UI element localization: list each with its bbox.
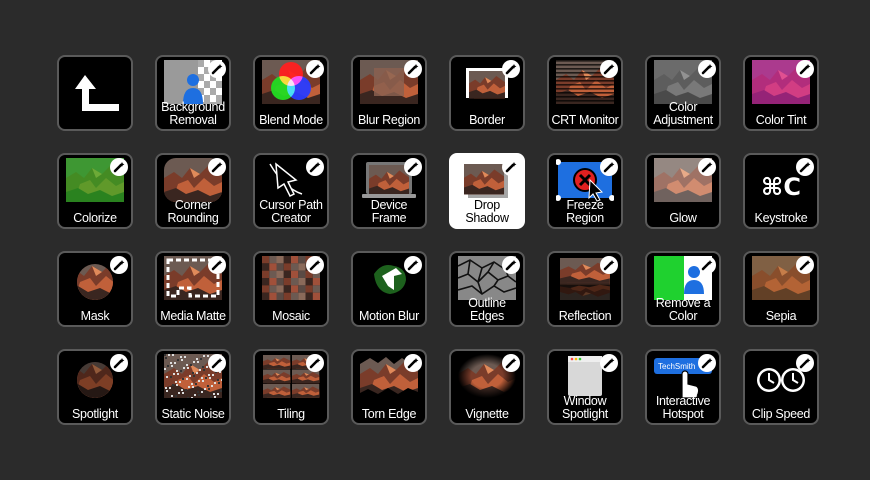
effect-tile-media-matte[interactable]: Media Matte xyxy=(155,251,231,327)
magic-wand-icon xyxy=(502,354,520,372)
effect-tile-vignette[interactable]: Vignette xyxy=(449,349,525,425)
magic-wand-icon xyxy=(698,60,716,78)
magic-wand-icon xyxy=(502,158,520,176)
effect-label: Blend Mode xyxy=(259,113,323,127)
effect-tile-blend-mode[interactable]: Blend Mode xyxy=(253,55,329,131)
effect-tile-glow[interactable]: Glow xyxy=(645,153,721,229)
magic-wand-icon xyxy=(110,158,128,176)
effect-tile-border[interactable]: Border xyxy=(449,55,525,131)
effect-tile-mosaic[interactable]: Mosaic xyxy=(253,251,329,327)
effect-label: Tiling xyxy=(277,407,305,421)
magic-wand-icon xyxy=(796,354,814,372)
effect-label: Color Adjustment xyxy=(653,100,713,127)
magic-wand-icon xyxy=(208,354,226,372)
magic-wand-icon xyxy=(404,354,422,372)
magic-wand-icon xyxy=(404,256,422,274)
magic-wand-icon xyxy=(306,354,324,372)
magic-wand-icon xyxy=(110,354,128,372)
effect-tile-colorize[interactable]: Colorize xyxy=(57,153,133,229)
magic-wand-icon xyxy=(306,158,324,176)
magic-wand-icon xyxy=(796,60,814,78)
back-arrow-icon xyxy=(71,71,121,115)
effect-tile-static-noise[interactable]: Static Noise xyxy=(155,349,231,425)
effect-tile-mask[interactable]: Mask xyxy=(57,251,133,327)
effect-tile-blur-region[interactable]: Blur Region xyxy=(351,55,427,131)
effect-tile-back[interactable] xyxy=(57,55,133,131)
magic-wand-icon xyxy=(404,60,422,78)
magic-wand-icon xyxy=(208,60,226,78)
keystroke-icon: ⌘C xyxy=(761,173,801,201)
effect-tile-cursor-path-creator[interactable]: Cursor Path Creator xyxy=(253,153,329,229)
effect-label: Interactive Hotspot xyxy=(655,394,711,421)
effect-label: Spotlight xyxy=(72,407,118,421)
effect-label: Torn Edge xyxy=(361,407,417,421)
effect-label: Reflection xyxy=(558,309,612,323)
magic-wand-icon xyxy=(600,158,618,176)
magic-wand-icon xyxy=(208,158,226,176)
magic-wand-icon xyxy=(110,256,128,274)
effect-tile-device-frame[interactable]: Device Frame xyxy=(351,153,427,229)
magic-wand-icon xyxy=(698,158,716,176)
effect-label: Colorize xyxy=(73,211,117,225)
effect-label: Border xyxy=(469,113,505,127)
effect-label: Clip Speed xyxy=(751,407,811,421)
effect-tile-interactive-hotspot[interactable]: TechSmith Interactive Hotspot xyxy=(645,349,721,425)
magic-wand-icon xyxy=(404,158,422,176)
magic-wand-icon xyxy=(796,256,814,274)
effect-tile-color-tint[interactable]: Color Tint xyxy=(743,55,819,131)
effect-label: Keystroke xyxy=(754,211,808,225)
effect-tile-keystroke[interactable]: ⌘C Keystroke xyxy=(743,153,819,229)
magic-wand-icon xyxy=(208,256,226,274)
magic-wand-icon xyxy=(306,60,324,78)
effect-tile-sepia[interactable]: Sepia xyxy=(743,251,819,327)
effect-label: Media Matte xyxy=(160,309,226,323)
effect-label: Outline Edges xyxy=(468,296,506,323)
effect-tile-background-removal[interactable]: Background Removal xyxy=(155,55,231,131)
effect-label: Color Tint xyxy=(755,113,807,127)
magic-wand-icon xyxy=(502,60,520,78)
magic-wand-icon xyxy=(306,256,324,274)
effect-label: Static Noise xyxy=(161,407,225,421)
effect-tile-tiling[interactable]: Tiling xyxy=(253,349,329,425)
effect-tile-crt-monitor[interactable]: CRT Monitor xyxy=(547,55,623,131)
effect-tile-reflection[interactable]: Reflection xyxy=(547,251,623,327)
effect-label: Glow xyxy=(669,211,697,225)
effect-label: Corner Rounding xyxy=(167,198,219,225)
magic-wand-icon xyxy=(698,256,716,274)
effect-label: Blur Region xyxy=(357,113,420,127)
effect-label: Sepia xyxy=(765,309,797,323)
effect-tile-torn-edge[interactable]: Torn Edge xyxy=(351,349,427,425)
effect-label: Cursor Path Creator xyxy=(259,198,323,225)
effect-tile-window-spotlight[interactable]: Window Spotlight xyxy=(547,349,623,425)
magic-wand-icon xyxy=(600,256,618,274)
effect-label: Window Spotlight xyxy=(562,394,608,421)
effect-tile-color-adjustment[interactable]: Color Adjustment xyxy=(645,55,721,131)
svg-text:TechSmith: TechSmith xyxy=(658,362,695,371)
magic-wand-icon xyxy=(600,60,618,78)
effect-label: Mask xyxy=(80,309,110,323)
effect-label: Background Removal xyxy=(161,100,225,127)
effect-label: Freeze Region xyxy=(566,198,604,225)
effect-label: Mosaic xyxy=(272,309,310,323)
effect-label: Remove a Color xyxy=(655,296,711,323)
effect-label: Device Frame xyxy=(370,198,408,225)
effect-tile-clip-speed[interactable]: Clip Speed xyxy=(743,349,819,425)
effect-tile-motion-blur[interactable]: Motion Blur xyxy=(351,251,427,327)
magic-wand-icon xyxy=(502,256,520,274)
effect-tile-freeze-region[interactable]: Freeze Region xyxy=(547,153,623,229)
effects-grid: Background Removal Blend Mode Blur Regio… xyxy=(57,55,819,425)
effect-tile-drop-shadow[interactable]: Drop Shadow xyxy=(449,153,525,229)
magic-wand-icon xyxy=(600,354,618,372)
magic-wand-icon xyxy=(796,158,814,176)
effect-tile-outline-edges[interactable]: Outline Edges xyxy=(449,251,525,327)
magic-wand-icon xyxy=(698,354,716,372)
effect-label: Drop Shadow xyxy=(465,198,509,225)
effect-label: Motion Blur xyxy=(359,309,419,323)
effect-tile-remove-a-color[interactable]: Remove a Color xyxy=(645,251,721,327)
effect-label: Vignette xyxy=(465,407,509,421)
effect-tile-corner-rounding[interactable]: Corner Rounding xyxy=(155,153,231,229)
effect-label: CRT Monitor xyxy=(551,113,619,127)
effect-tile-spotlight[interactable]: Spotlight xyxy=(57,349,133,425)
